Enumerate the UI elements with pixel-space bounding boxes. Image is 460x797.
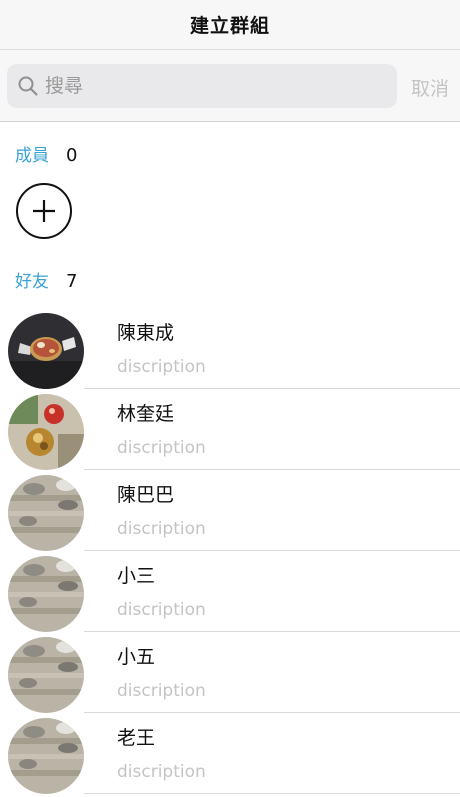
- avatar: [8, 556, 84, 632]
- friend-name: 老王: [117, 727, 156, 749]
- avatar: [8, 313, 84, 389]
- friend-row[interactable]: 陳巴巴 discription: [0, 470, 460, 551]
- friend-description: discription: [117, 600, 206, 620]
- friend-row[interactable]: 小三 discription: [0, 551, 460, 632]
- friend-name: 小五: [117, 646, 156, 668]
- friend-description: discription: [117, 438, 206, 458]
- friend-description: discription: [117, 519, 206, 539]
- avatar: [8, 637, 84, 713]
- friends-section-header: 好友 7: [15, 267, 77, 292]
- friend-row[interactable]: 陳東成 discription: [0, 308, 460, 389]
- search-bar: 取消: [0, 50, 460, 122]
- divider: [84, 793, 460, 794]
- friend-name: 陳巴巴: [117, 484, 175, 506]
- friend-description: discription: [117, 357, 206, 377]
- avatar: [8, 718, 84, 794]
- friend-row[interactable]: 小五 discription: [0, 632, 460, 713]
- friend-description: discription: [117, 762, 206, 782]
- friends-count: 7: [66, 271, 78, 292]
- search-input[interactable]: [45, 75, 365, 97]
- avatar: [8, 394, 84, 470]
- friend-row[interactable]: 林奎廷 discription: [0, 389, 460, 470]
- cancel-button[interactable]: 取消: [411, 74, 449, 101]
- friends-label: 好友: [15, 272, 49, 292]
- friend-row[interactable]: 老王 discription: [0, 713, 460, 794]
- add-member-button[interactable]: [16, 183, 72, 239]
- page-title: 建立群組: [189, 15, 270, 37]
- plus-icon: [33, 200, 55, 222]
- friend-description: discription: [117, 681, 206, 701]
- members-label: 成員: [15, 146, 49, 166]
- friend-name: 林奎廷: [117, 403, 175, 425]
- members-count: 0: [66, 145, 78, 166]
- search-field[interactable]: [7, 64, 397, 108]
- friend-name: 小三: [117, 565, 156, 587]
- navigation-bar: 建立群組: [0, 0, 460, 50]
- friend-list: 陳東成 discription 林奎廷 discription 陳巴巴 disc…: [0, 308, 460, 794]
- friend-name: 陳東成: [117, 322, 175, 344]
- avatar: [8, 475, 84, 551]
- members-section-header: 成員 0: [15, 141, 77, 166]
- search-icon: [18, 76, 38, 96]
